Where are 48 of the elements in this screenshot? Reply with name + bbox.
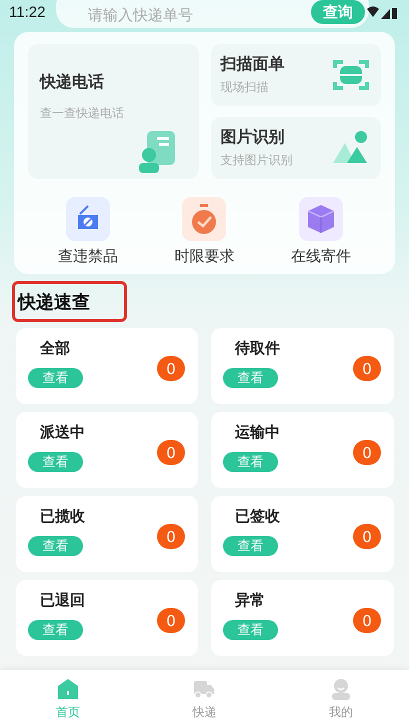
count-badge: 0 bbox=[353, 608, 381, 633]
status-title: 已签收 bbox=[234, 507, 281, 526]
contact-card-icon bbox=[136, 131, 176, 173]
house-icon bbox=[57, 678, 80, 700]
count-badge: 0 bbox=[353, 440, 381, 465]
count-badge: 0 bbox=[353, 356, 381, 381]
status-title: 派送中 bbox=[39, 423, 86, 442]
tile-title: 图片识别 bbox=[220, 127, 286, 148]
status-title: 已揽收 bbox=[39, 507, 86, 526]
status-card[interactable]: 已签收 查看 0 bbox=[211, 496, 394, 572]
status-title: 已退回 bbox=[39, 591, 86, 610]
count-badge: 0 bbox=[157, 356, 185, 381]
shortcut-button[interactable]: 查违禁品 bbox=[38, 197, 138, 266]
tile-subtitle: 支持图片识别 bbox=[220, 152, 294, 169]
count-badge: 0 bbox=[157, 608, 185, 633]
stopwatch-check-icon bbox=[182, 197, 226, 241]
shortcut-button[interactable]: 在线寄件 bbox=[270, 197, 371, 266]
bag-prohibited-icon bbox=[66, 197, 110, 241]
cube-box-icon bbox=[298, 197, 343, 241]
scan-frame-icon bbox=[333, 58, 369, 92]
status-time: 11:22 bbox=[9, 4, 46, 21]
status-card[interactable]: 全部 查看 0 bbox=[16, 328, 198, 404]
tile-subtitle: 现场扫描 bbox=[220, 79, 270, 96]
tile-subtitle: 查一查快递电话 bbox=[40, 105, 125, 122]
mountain-image-icon bbox=[333, 131, 369, 165]
tile-title: 快递电话 bbox=[40, 72, 105, 93]
count-badge: 0 bbox=[157, 524, 185, 549]
section-title: 快递速查 bbox=[12, 281, 127, 322]
status-title: 待取件 bbox=[234, 339, 281, 358]
truck-icon bbox=[193, 678, 216, 700]
status-title: 运输中 bbox=[234, 423, 281, 442]
status-icons bbox=[367, 6, 397, 20]
shortcut-button[interactable]: 时限要求 bbox=[154, 197, 254, 266]
status-card[interactable]: 运输中 查看 0 bbox=[211, 412, 394, 488]
count-badge: 0 bbox=[353, 524, 381, 549]
status-card[interactable]: 派送中 查看 0 bbox=[16, 412, 198, 488]
scan-tile[interactable]: 扫描面单 现场扫描 bbox=[210, 44, 381, 106]
image-recognition-tile[interactable]: 图片识别 支持图片识别 bbox=[210, 117, 381, 179]
phone-tile[interactable]: 快递电话 查一查快递电话 bbox=[28, 44, 198, 179]
person-icon bbox=[330, 678, 352, 700]
status-card[interactable]: 待取件 查看 0 bbox=[211, 328, 394, 404]
status-card[interactable]: 异常 查看 0 bbox=[211, 580, 394, 656]
count-badge: 0 bbox=[157, 440, 185, 465]
status-title: 异常 bbox=[234, 591, 266, 610]
status-card[interactable]: 已退回 查看 0 bbox=[16, 580, 198, 656]
tile-title: 扫描面单 bbox=[220, 54, 286, 75]
status-card[interactable]: 已揽收 查看 0 bbox=[16, 496, 198, 572]
status-title: 全部 bbox=[38, 339, 71, 358]
